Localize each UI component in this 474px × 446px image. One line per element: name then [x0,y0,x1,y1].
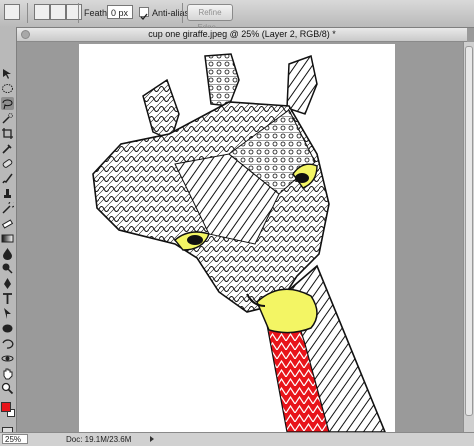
document-tab-bar: cup one giraffe.jpeg @ 25% (Layer 2, RGB… [17,28,467,42]
crop-tool-icon[interactable] [1,127,14,140]
lasso-tool-icon[interactable] [1,97,14,110]
foreground-color-swatch[interactable] [1,402,11,412]
history-brush-tool-icon[interactable] [1,202,14,215]
eraser-tool-icon[interactable] [1,217,14,230]
options-bar: Feather: 0 px Anti-alias Refine Edge... [0,0,474,32]
brush-tool-icon[interactable] [1,172,14,185]
document-title: cup one giraffe.jpeg @ 25% (Layer 2, RGB… [148,29,336,39]
3d-rotate-tool-icon[interactable] [1,337,14,350]
3d-orbit-tool-icon[interactable] [1,352,14,365]
refine-edge-button[interactable]: Refine Edge... [187,4,233,32]
document-size-info: Doc: 19.1M/23.6M [66,435,132,444]
tools-panel [0,27,17,445]
giraffe-artwork [92,53,386,432]
move-tool-icon[interactable] [1,67,14,80]
anti-alias-checkbox[interactable] [139,7,149,21]
divider [27,3,28,23]
clone-stamp-tool-icon[interactable] [1,187,14,200]
path-selection-tool-icon[interactable] [1,307,14,320]
divider [78,3,79,23]
eyedropper-tool-icon[interactable] [1,142,14,155]
type-tool-icon[interactable] [1,292,14,305]
divider [182,3,183,23]
gradient-tool-icon[interactable] [1,232,14,245]
status-bar: 25% Doc: 19.1M/23.6M [0,432,474,446]
canvas-area[interactable] [17,42,463,432]
document-canvas[interactable] [79,44,395,432]
zoom-level-field[interactable]: 25% [2,434,28,444]
add-to-selection-icon[interactable] [50,4,66,20]
shape-tool-icon[interactable] [1,322,14,335]
hand-tool-icon[interactable] [1,367,14,380]
scrollbar-thumb[interactable] [465,46,473,416]
marquee-tool-icon[interactable] [1,82,14,95]
blur-tool-icon[interactable] [1,247,14,260]
checkmark-icon [140,13,148,21]
zoom-tool-icon[interactable] [1,382,14,395]
dodge-tool-icon[interactable] [1,262,14,275]
subtract-from-selection-icon[interactable] [66,4,82,20]
quick-selection-tool-icon[interactable] [1,112,14,125]
pen-tool-icon[interactable] [1,277,14,290]
vertical-scrollbar[interactable] [463,42,474,432]
healing-brush-tool-icon[interactable] [1,157,14,170]
tool-preset-picker-icon[interactable] [4,4,20,20]
anti-alias-label: Anti-alias [152,8,190,18]
status-menu-arrow-icon[interactable] [150,436,154,442]
new-selection-icon[interactable] [34,4,50,20]
feather-input[interactable]: 0 px [107,5,133,19]
